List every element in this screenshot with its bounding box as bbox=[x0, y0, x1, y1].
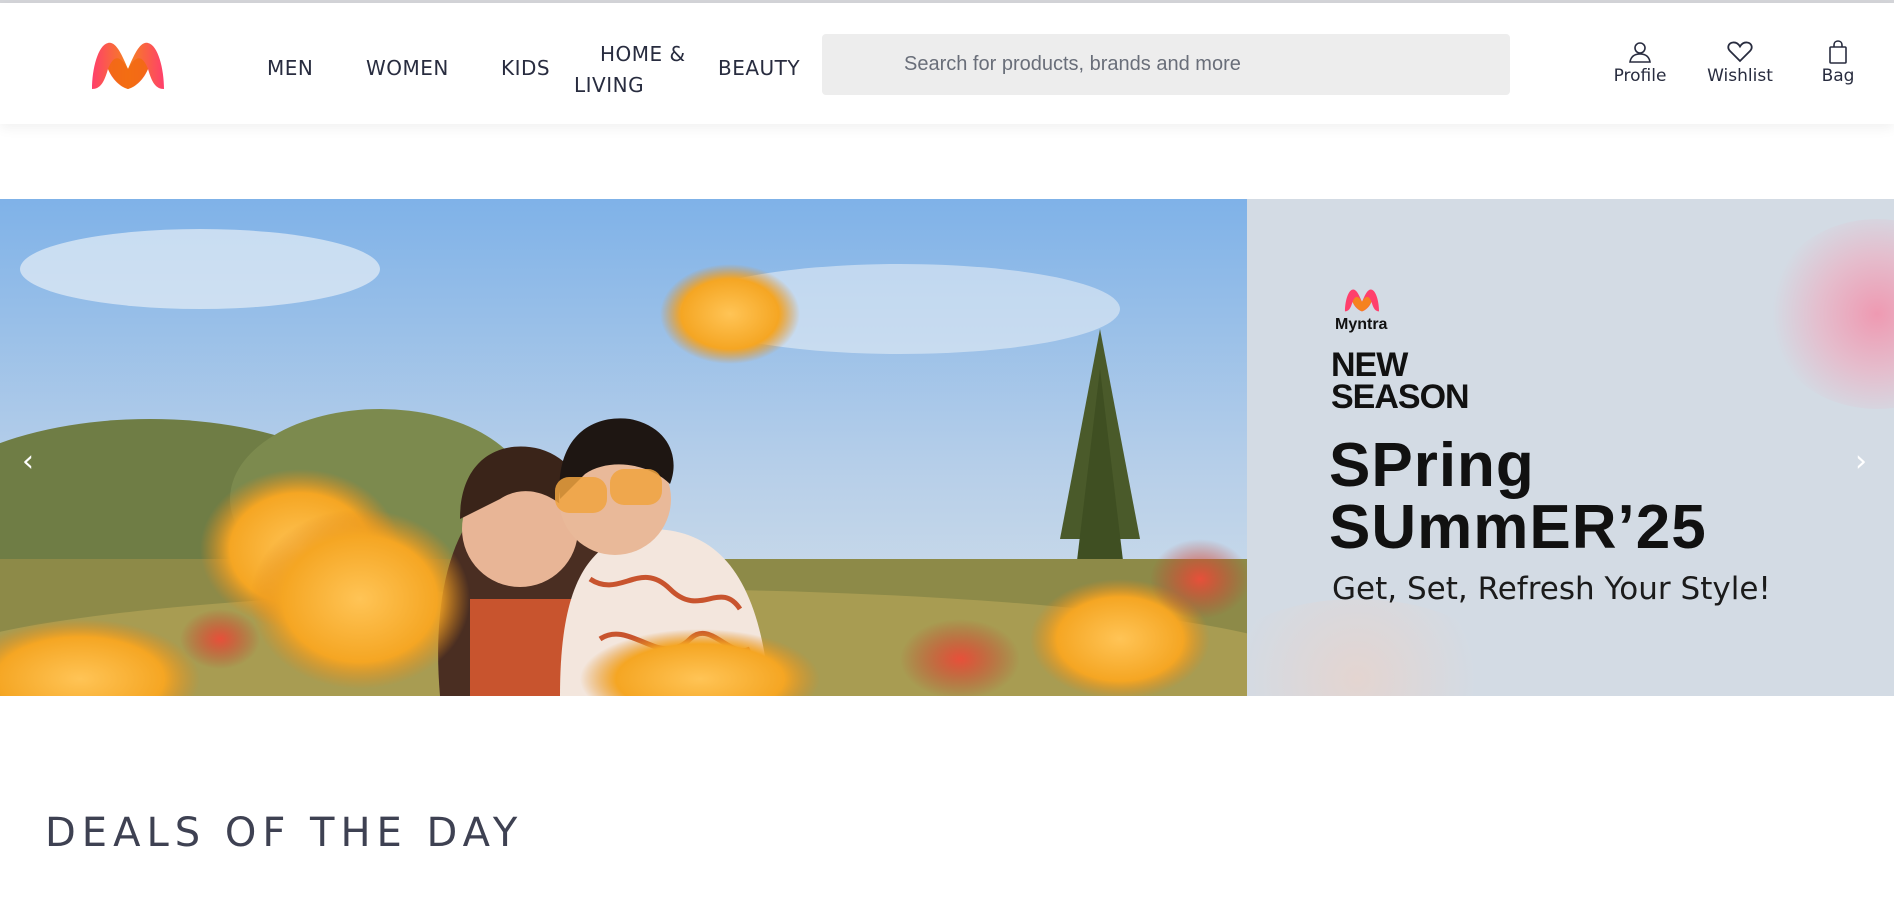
profile-button[interactable]: Profile bbox=[1610, 40, 1670, 86]
wishlist-button[interactable]: Wishlist bbox=[1704, 40, 1776, 86]
nav-home-living[interactable]: HOME & LIVING bbox=[574, 39, 694, 101]
banner-headline-line1: NEW bbox=[1331, 346, 1408, 384]
hero-banner[interactable]: Myntra NEW SEASON SPring SUmmER’25 Get, … bbox=[0, 199, 1894, 696]
user-icon bbox=[1629, 42, 1651, 63]
site-header: MEN WOMEN KIDS HOME & LIVING BEAUTY Prof… bbox=[0, 3, 1894, 124]
banner-peach-blur bbox=[1247, 599, 1507, 696]
banner-tagline: Get, Set, Refresh Your Style! bbox=[1332, 571, 1771, 607]
search-input[interactable] bbox=[822, 34, 1510, 95]
bag-label: Bag bbox=[1821, 66, 1855, 86]
nav-home-living-line2: LIVING bbox=[574, 73, 645, 97]
heart-icon bbox=[1727, 41, 1753, 63]
banner-headline: NEW SEASON bbox=[1331, 346, 1470, 416]
myntra-logo-icon[interactable] bbox=[90, 39, 166, 91]
deals-section-title: DEALS OF THE DAY bbox=[45, 810, 524, 856]
banner-title-line1: SPring bbox=[1329, 431, 1535, 500]
nav-kids[interactable]: KIDS bbox=[501, 56, 550, 80]
banner-pink-blur bbox=[1767, 219, 1894, 409]
nav-women[interactable]: WOMEN bbox=[366, 56, 449, 80]
nav-home-living-line1: HOME & bbox=[600, 42, 686, 66]
nav-beauty[interactable]: BEAUTY bbox=[718, 56, 800, 80]
banner-title-line2: SUmmER’25 bbox=[1329, 493, 1707, 562]
bag-button[interactable]: Bag bbox=[1818, 40, 1858, 86]
banner-title: SPring SUmmER’25 bbox=[1329, 435, 1707, 559]
banner-brand-name: Myntra bbox=[1335, 316, 1388, 333]
banner-photo bbox=[0, 199, 1247, 696]
profile-label: Profile bbox=[1613, 66, 1667, 86]
carousel-next-button[interactable]: › bbox=[1855, 444, 1867, 479]
wishlist-label: Wishlist bbox=[1707, 66, 1773, 86]
banner-text-panel: Myntra NEW SEASON SPring SUmmER’25 Get, … bbox=[1247, 199, 1894, 696]
myntra-mini-logo-icon bbox=[1344, 289, 1380, 312]
bag-icon bbox=[1829, 40, 1847, 64]
search-bar bbox=[822, 34, 1510, 95]
banner-headline-line2: SEASON bbox=[1331, 378, 1470, 416]
nav-men[interactable]: MEN bbox=[267, 56, 313, 80]
carousel-prev-button[interactable]: ‹ bbox=[22, 444, 34, 479]
